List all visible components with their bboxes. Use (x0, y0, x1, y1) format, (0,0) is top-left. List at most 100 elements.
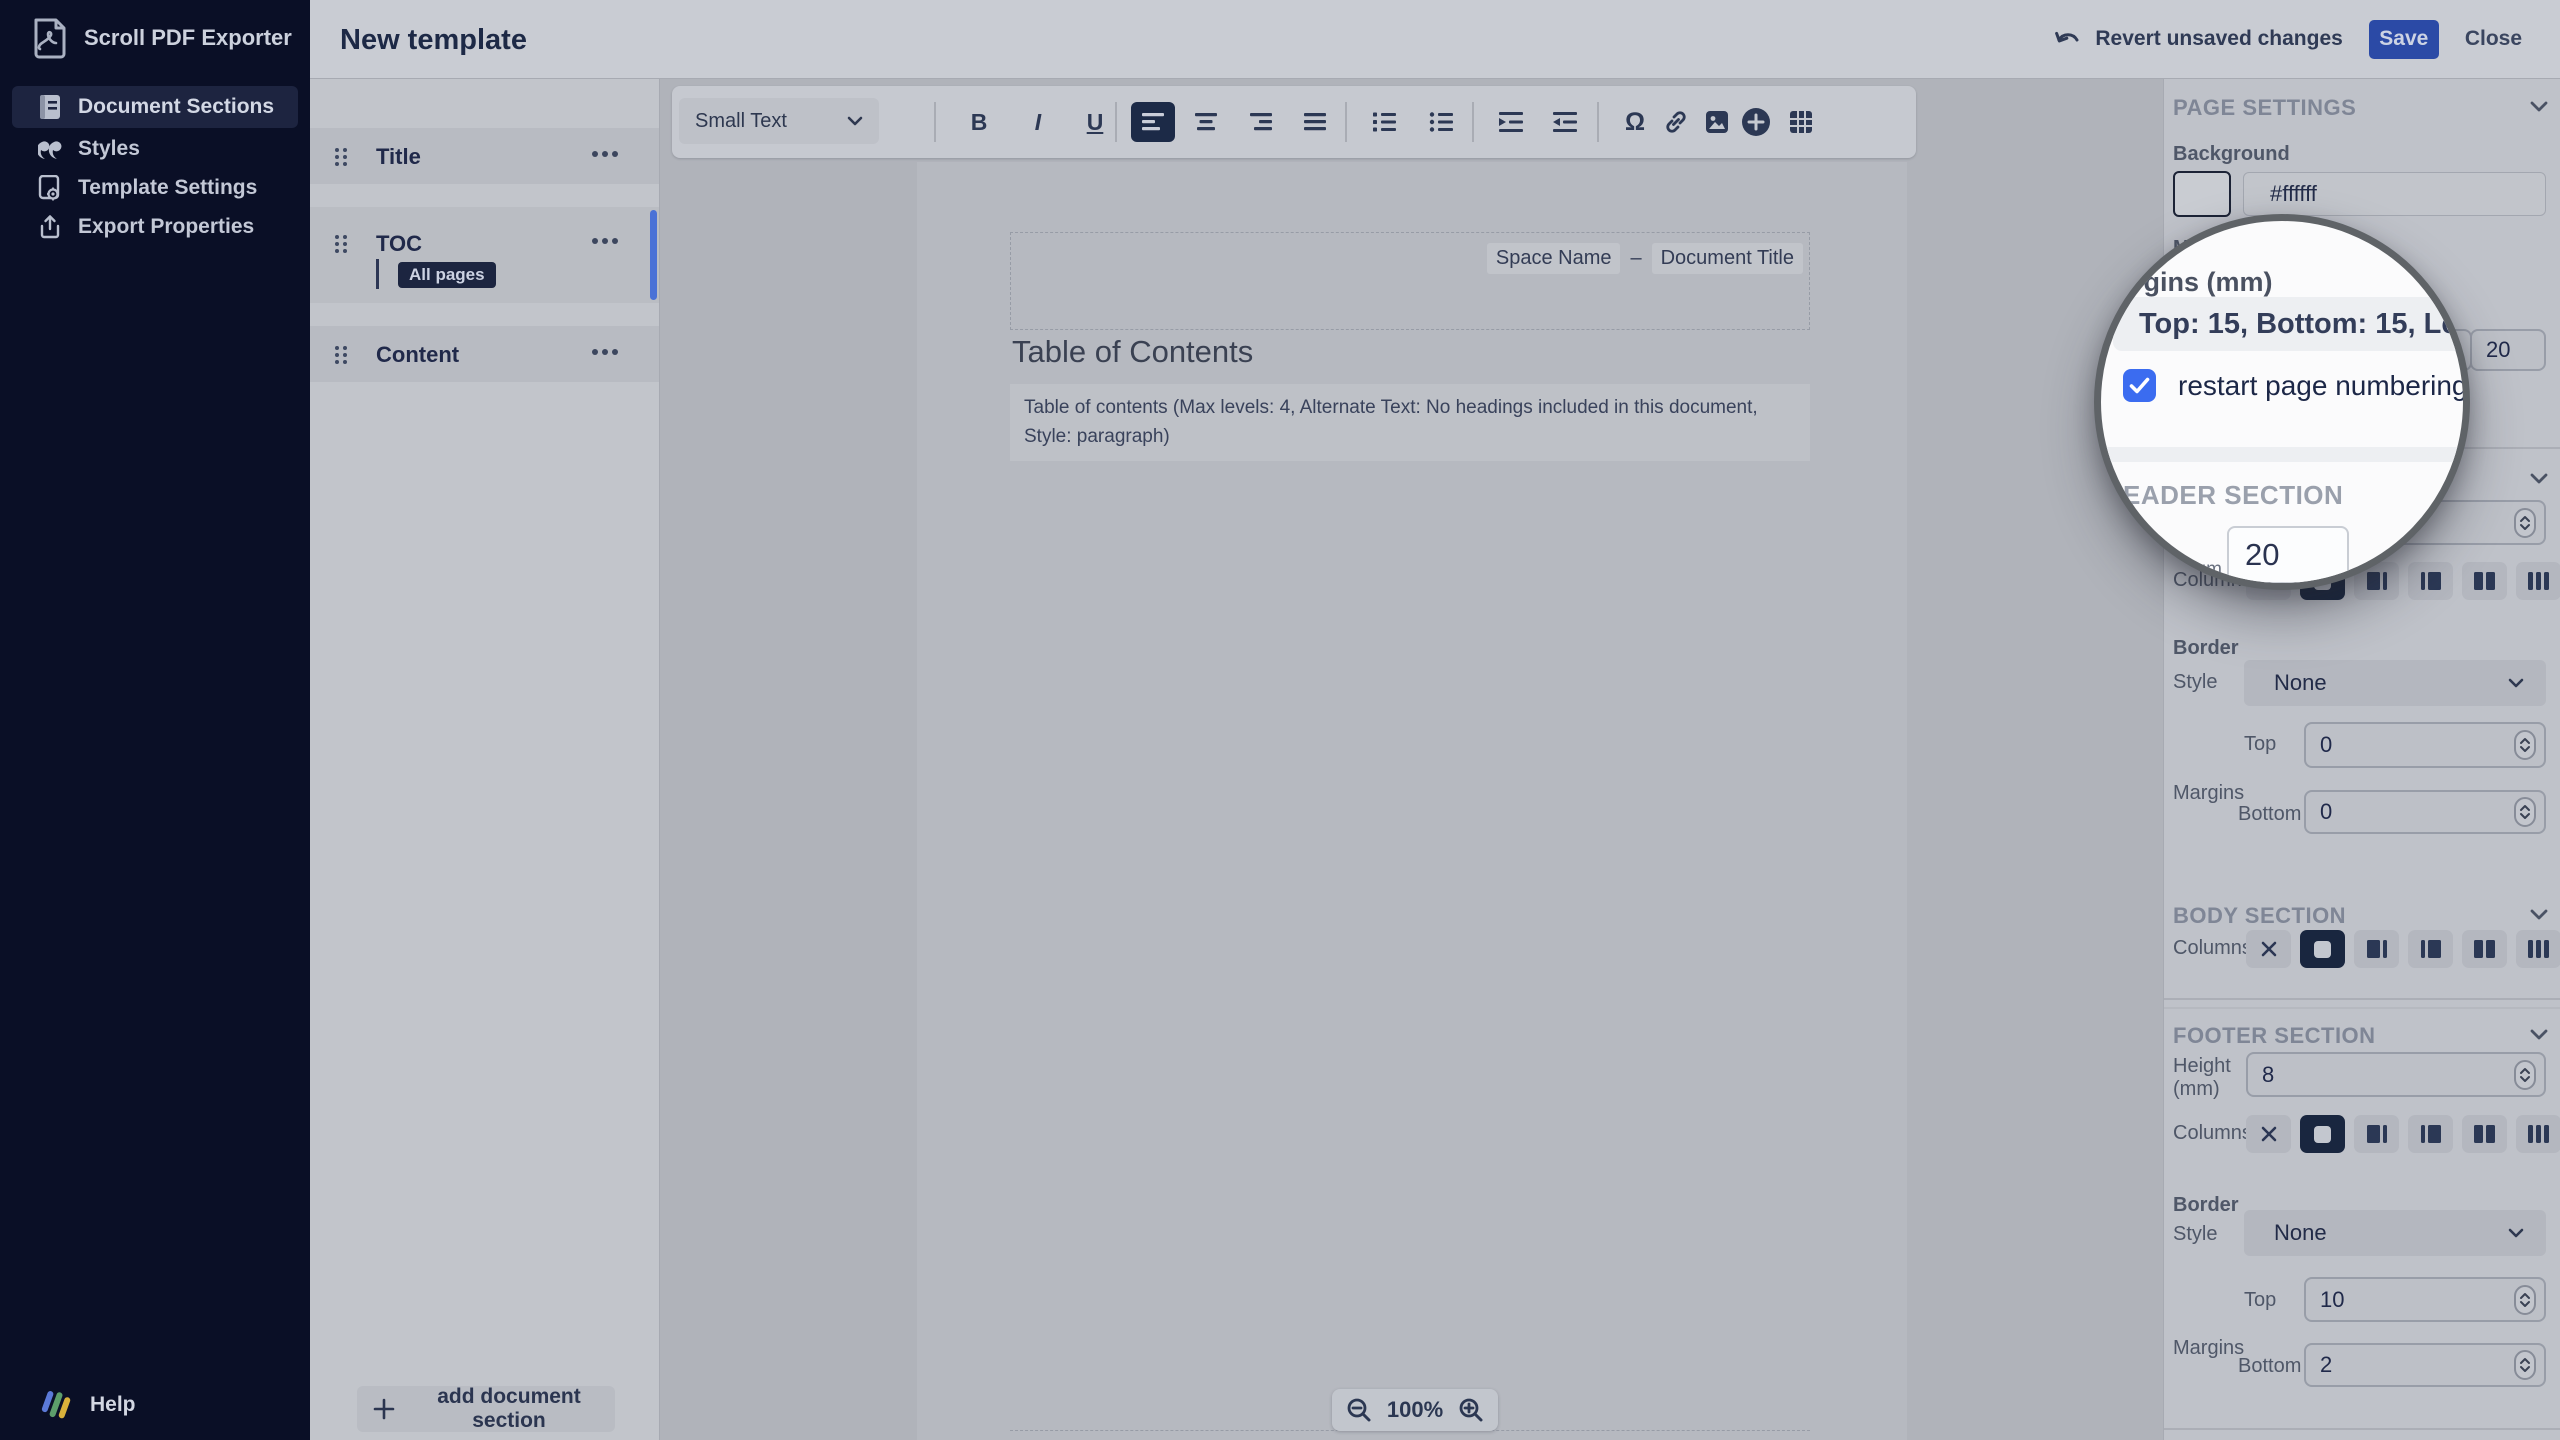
columns-one-button[interactable] (2300, 1115, 2345, 1153)
footer-height-value: 8 (2262, 1062, 2274, 1088)
align-left-button[interactable] (1131, 102, 1175, 142)
section-card-toc[interactable]: TOC All pages (310, 207, 659, 303)
background-color-input[interactable]: #ffffff (2243, 172, 2546, 216)
chevron-down-icon[interactable] (2530, 1029, 2548, 1040)
bullet-list-button[interactable] (1420, 102, 1462, 142)
section-name: Content (376, 342, 459, 368)
zoom-level: 100% (1387, 1397, 1443, 1423)
stepper-control[interactable] (2514, 1060, 2536, 1090)
columns-left-main-button[interactable] (2408, 1115, 2453, 1153)
columns-three-button[interactable] (2516, 930, 2560, 968)
columns-one-button[interactable] (2300, 930, 2345, 968)
footer-border-style-select[interactable]: None (2244, 1210, 2546, 1256)
outdent-button[interactable] (1544, 102, 1586, 142)
header-border-style-select[interactable]: None (2244, 660, 2546, 706)
sidebar-item-export-properties[interactable]: Export Properties (12, 206, 298, 248)
section-card-content[interactable]: Content (310, 326, 659, 382)
body-section-header[interactable]: BODY SECTION (2173, 903, 2346, 929)
chevron-down-icon[interactable] (2530, 101, 2548, 112)
header-margin-bottom-input[interactable]: 0 (2304, 790, 2546, 834)
columns-none-button[interactable] (2246, 1115, 2291, 1153)
zoom-in-icon[interactable] (1458, 1397, 1484, 1423)
columns-label: Columns (2173, 1122, 2252, 1145)
columns-three-button[interactable] (2516, 1115, 2560, 1153)
section-menu-icon[interactable] (591, 348, 619, 356)
columns-three-button[interactable] (2516, 562, 2560, 600)
help-button[interactable]: Help (40, 1388, 136, 1422)
ordered-list-button[interactable] (1363, 102, 1405, 142)
background-color-swatch[interactable] (2173, 171, 2231, 217)
selected-indicator (650, 210, 657, 300)
align-justify-button[interactable] (1294, 102, 1336, 142)
section-menu-icon[interactable] (591, 237, 619, 245)
document-sections-panel: Title TOC All pages Content (310, 79, 660, 1440)
lens-height-input[interactable]: 20 (2227, 526, 2349, 584)
special-character-button[interactable]: Ω (1614, 102, 1656, 142)
outdent-icon (1553, 112, 1577, 132)
sidebar-item-label: Template Settings (78, 176, 257, 200)
table-button[interactable] (1780, 102, 1822, 142)
footer-margin-top-input[interactable]: 10 (2304, 1277, 2546, 1322)
toolbar-separator (1597, 102, 1599, 142)
all-pages-badge[interactable]: All pages (398, 262, 496, 288)
columns-left-main-button[interactable] (2408, 930, 2453, 968)
footer-margin-bottom-input[interactable]: 2 (2304, 1343, 2546, 1387)
zoom-out-icon[interactable] (1346, 1397, 1372, 1423)
close-button[interactable]: Close (2465, 27, 2522, 51)
columns-none-button[interactable] (2246, 930, 2291, 968)
revert-unsaved-changes-button[interactable]: Revert unsaved changes (2055, 27, 2342, 51)
lens-restart-checkbox[interactable] (2123, 369, 2156, 402)
sidebar-item-document-sections[interactable]: Document Sections (12, 86, 298, 128)
bullet-list-icon (1429, 112, 1453, 132)
underline-button[interactable]: U (1074, 102, 1116, 142)
indent-icon (1499, 112, 1523, 132)
toc-placeholder-block[interactable]: Table of contents (Max levels: 4, Altern… (1010, 384, 1810, 461)
document-title-placeholder[interactable]: Document Title (1652, 243, 1803, 274)
columns-two-button[interactable] (2462, 562, 2507, 600)
stepper-control[interactable] (2514, 1350, 2536, 1380)
add-document-section-button[interactable]: add document section (357, 1386, 615, 1432)
sidebar-item-styles[interactable]: Styles (12, 128, 298, 170)
margin-right-input[interactable]: 20 (2470, 329, 2546, 371)
space-name-placeholder[interactable]: Space Name (1487, 243, 1621, 274)
chevron-down-icon[interactable] (2530, 909, 2548, 920)
app-title: Scroll PDF Exporter (84, 25, 292, 51)
indent-button[interactable] (1490, 102, 1532, 142)
text-style-select[interactable]: Small Text (679, 98, 879, 144)
columns-main-right-button[interactable] (2354, 1115, 2399, 1153)
drag-handle-icon[interactable] (334, 234, 348, 254)
align-center-button[interactable] (1185, 102, 1227, 142)
border-style-value: None (2274, 670, 2327, 696)
section-card-title[interactable]: Title (310, 128, 659, 184)
save-button[interactable]: Save (2369, 20, 2439, 59)
bold-button[interactable]: B (958, 102, 1000, 142)
stepper-control[interactable] (2514, 508, 2536, 538)
page-settings-header[interactable]: PAGE SETTINGS (2173, 95, 2356, 121)
italic-button[interactable]: I (1017, 102, 1059, 142)
image-button[interactable] (1696, 102, 1738, 142)
stepper-control[interactable] (2514, 797, 2536, 827)
bottom-label: Bottom (2238, 1355, 2301, 1378)
columns-two-button[interactable] (2462, 930, 2507, 968)
toc-heading[interactable]: Table of Contents (1012, 334, 1253, 370)
insert-element-button[interactable] (1735, 102, 1777, 142)
page-header-region[interactable]: Space Name – Document Title (1010, 232, 1810, 330)
footer-section-header[interactable]: FOOTER SECTION (2173, 1023, 2376, 1049)
columns-left-main-button[interactable] (2408, 562, 2453, 600)
chevron-down-icon[interactable] (2530, 473, 2548, 484)
footer-height-input[interactable]: 8 (2246, 1052, 2546, 1097)
stepper-control[interactable] (2514, 730, 2536, 760)
three-columns-icon (2528, 572, 2533, 590)
link-button[interactable] (1655, 102, 1697, 142)
document-page-preview[interactable]: Space Name – Document Title Table of Con… (917, 162, 1907, 1440)
style-label: Style (2173, 671, 2217, 694)
stepper-control[interactable] (2514, 1285, 2536, 1315)
drag-handle-icon[interactable] (334, 345, 348, 365)
sidebar-item-template-settings[interactable]: Template Settings (12, 167, 298, 209)
drag-handle-icon[interactable] (334, 147, 348, 167)
columns-main-right-button[interactable] (2354, 930, 2399, 968)
section-menu-icon[interactable] (591, 150, 619, 158)
align-right-button[interactable] (1240, 102, 1282, 142)
header-margin-top-input[interactable]: 0 (2304, 722, 2546, 768)
columns-two-button[interactable] (2462, 1115, 2507, 1153)
